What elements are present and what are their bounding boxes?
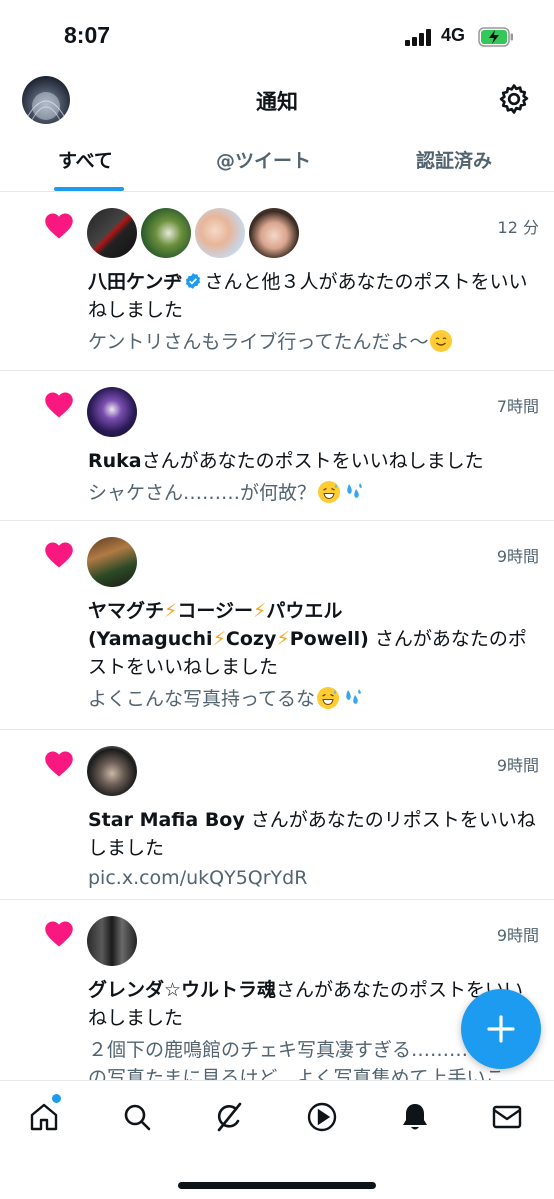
heart-icon — [45, 213, 73, 239]
avatar[interactable] — [141, 208, 191, 258]
liker-avatars — [87, 208, 303, 258]
home-indicator — [178, 1182, 376, 1189]
tab-verified[interactable]: 認証済み — [416, 146, 492, 192]
notification-item[interactable]: 9時間 グレンダ☆ウルトラ魂さんがあなたのポストをいいねしました ２個下の鹿鳴館… — [0, 900, 554, 1090]
grok-icon[interactable] — [213, 1101, 245, 1133]
bottom-nav — [0, 1080, 554, 1199]
notification-text: ヤマグチ⚡コージー⚡パウエル (Yamaguchi⚡Cozy⚡Powell) さん… — [88, 597, 540, 681]
timestamp: 9時間 — [496, 756, 539, 775]
page-title: 通知 — [256, 90, 298, 114]
home-icon[interactable] — [28, 1101, 60, 1133]
notification-item[interactable]: 7時間 Rukaさんがあなたのポストをいいねしました シャケさん………が何故？ — [0, 371, 554, 521]
timestamp: 9時間 — [496, 547, 539, 566]
liker-avatars — [87, 387, 141, 437]
post-preview: シャケさん………が何故？ — [88, 479, 540, 507]
app-header: 通知 — [0, 72, 554, 132]
tab-all[interactable]: すべて — [58, 146, 113, 192]
play-icon[interactable] — [306, 1101, 338, 1133]
preview-text: シャケさん………が何故？ — [88, 482, 317, 504]
heart-icon — [45, 921, 73, 947]
status-bar: 8:07 4G — [0, 0, 554, 72]
liker-avatars — [87, 746, 141, 796]
notification-feed: 12 分 八田ケンヂ さんと他３人があなたのポストをいいねしました ケントリさんも… — [0, 192, 554, 1090]
preview-text: ケントリさんもライブ行ってたんだよ〜 — [88, 331, 429, 353]
avatar[interactable] — [87, 208, 137, 258]
notification-text: 八田ケンヂ さんと他３人があなたのポストをいいねしました — [88, 268, 540, 324]
tab-mentions[interactable]: @ツイート — [216, 146, 311, 192]
preview-link[interactable]: pic.x.com/ukQY5QrYdR — [88, 867, 307, 889]
verified-icon — [186, 273, 201, 289]
smile-emoji-icon — [430, 330, 453, 352]
timestamp: 9時間 — [496, 926, 539, 945]
post-preview: ケントリさんもライブ行ってたんだよ〜 — [88, 328, 540, 356]
tab-active-indicator — [54, 187, 124, 191]
notification-tabs: すべて @ツイート 認証済み — [0, 132, 554, 192]
search-icon[interactable] — [121, 1101, 153, 1133]
notification-item[interactable]: 9時間 Star Mafia Boy さんがあなたのリポストをいいねしました p… — [0, 730, 554, 900]
mail-icon[interactable] — [491, 1101, 523, 1133]
notification-text: Star Mafia Boy さんがあなたのリポストをいいねしました — [88, 806, 540, 862]
compose-plus-icon — [487, 1015, 515, 1043]
user-name[interactable]: グレンダ☆ウルトラ魂 — [88, 979, 276, 1001]
post-preview[interactable]: pic.x.com/ukQY5QrYdR — [88, 864, 540, 892]
user-name[interactable]: Star Mafia Boy — [88, 809, 245, 831]
bell-icon[interactable] — [399, 1101, 431, 1133]
user-name[interactable]: Ruka — [88, 450, 142, 472]
liker-avatars — [87, 537, 141, 587]
avatar[interactable] — [87, 387, 137, 437]
network-type: 4G — [441, 25, 466, 45]
user-name[interactable]: 八田ケンヂ — [88, 271, 182, 293]
user-name[interactable]: ヤマグチ⚡コージー⚡パウエル (Yamaguchi⚡Cozy⚡Powell) — [88, 600, 369, 650]
signal-icon — [405, 29, 435, 46]
sweat-smile-emoji-icon — [317, 687, 340, 709]
battery-icon — [478, 27, 513, 47]
preview-text: よくこんな写真持ってるな — [88, 688, 316, 710]
avatar[interactable] — [87, 537, 137, 587]
avatar[interactable] — [87, 746, 137, 796]
heart-icon — [45, 751, 73, 777]
timestamp: 12 分 — [497, 218, 539, 237]
timestamp: 7時間 — [496, 397, 539, 416]
sweat-smile-emoji-icon — [318, 481, 341, 503]
avatar[interactable] — [87, 916, 137, 966]
liker-avatars — [87, 916, 141, 966]
sweat-droplets-icon — [346, 689, 361, 704]
notification-item[interactable]: 9時間 ヤマグチ⚡コージー⚡パウエル (Yamaguchi⚡Cozy⚡Powell… — [0, 521, 554, 730]
avatar[interactable] — [249, 208, 299, 258]
compose-button[interactable] — [461, 989, 541, 1069]
heart-icon — [45, 542, 73, 568]
gear-icon[interactable] — [497, 82, 531, 116]
heart-icon — [45, 392, 73, 418]
notification-text: Rukaさんがあなたのポストをいいねしました — [88, 447, 540, 475]
home-unread-dot — [52, 1094, 61, 1103]
notification-item[interactable]: 12 分 八田ケンヂ さんと他３人があなたのポストをいいねしました ケントリさんも… — [0, 192, 554, 371]
status-time: 8:07 — [64, 22, 111, 48]
sweat-droplets-icon — [347, 483, 362, 498]
action-text: さんがあなたのポストをいいねしました — [141, 450, 484, 472]
post-preview: よくこんな写真持ってるな — [88, 685, 540, 713]
avatar[interactable] — [195, 208, 245, 258]
